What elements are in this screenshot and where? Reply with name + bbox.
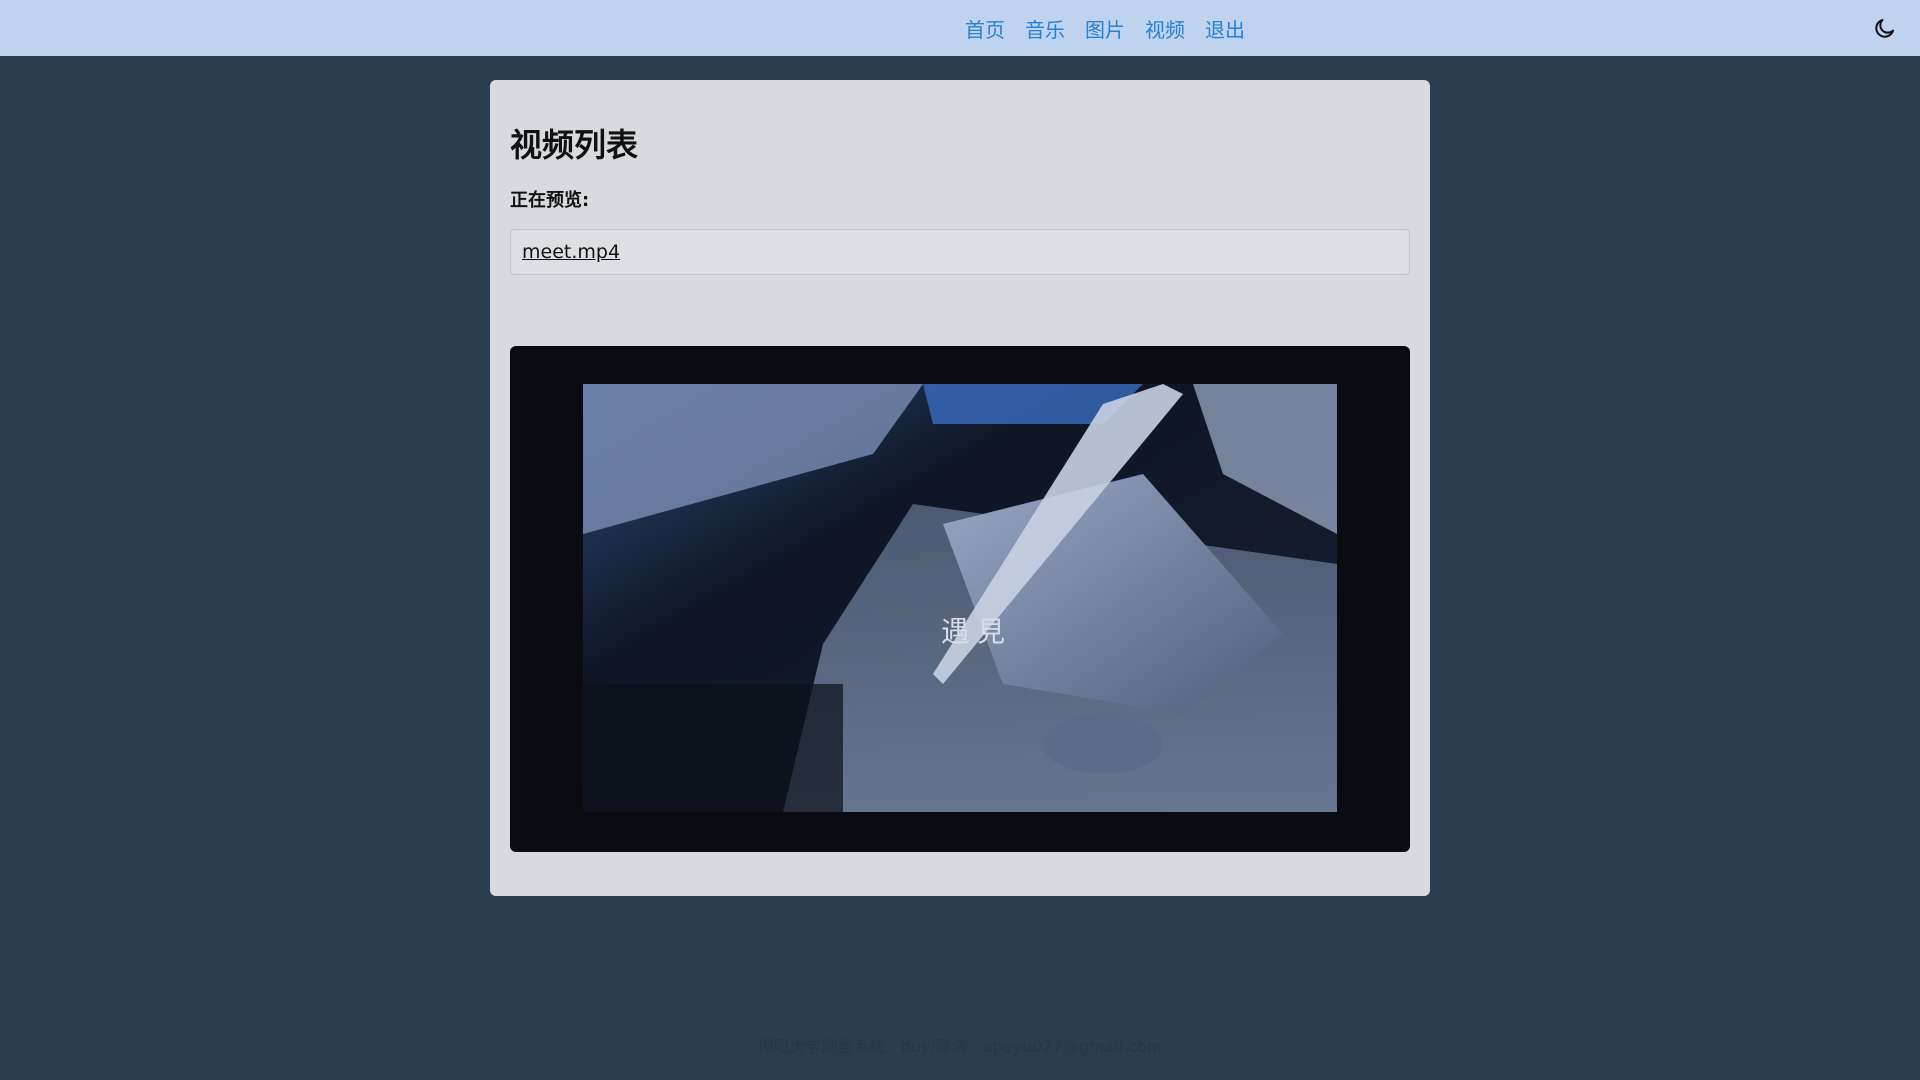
video-caption: 遇見 — [940, 615, 1013, 648]
nav-link-home[interactable]: 首页 — [965, 14, 1005, 43]
top-navbar: 首页 音乐 图片 视频 退出 — [0, 0, 1920, 56]
nav-link-pictures[interactable]: 图片 — [1085, 14, 1125, 43]
nav-link-videos[interactable]: 视频 — [1145, 14, 1185, 43]
video-file-link[interactable]: meet.mp4 — [522, 241, 620, 263]
video-frame-image — [583, 384, 1337, 812]
preview-label: 正在预览: — [510, 190, 590, 211]
video-player[interactable]: 遇見 — [510, 346, 1410, 852]
footer-text: 揭阳大学网盘系统 · buyi导演 · apuyu027@gmail.com — [757, 1037, 1163, 1056]
theme-toggle-button[interactable] — [1870, 13, 1900, 43]
nav-link-music[interactable]: 音乐 — [1025, 14, 1065, 43]
nav-links: 首页 音乐 图片 视频 退出 — [965, 0, 1245, 56]
nav-link-logout[interactable]: 退出 — [1205, 14, 1245, 43]
file-list-item: meet.mp4 — [510, 229, 1410, 275]
moon-icon — [1875, 19, 1894, 38]
page-title: 视频列表 — [510, 126, 639, 164]
video-list-card: 视频列表 正在预览: meet.mp4 遇見 — [490, 80, 1430, 896]
video-frame: 遇見 — [583, 384, 1337, 812]
